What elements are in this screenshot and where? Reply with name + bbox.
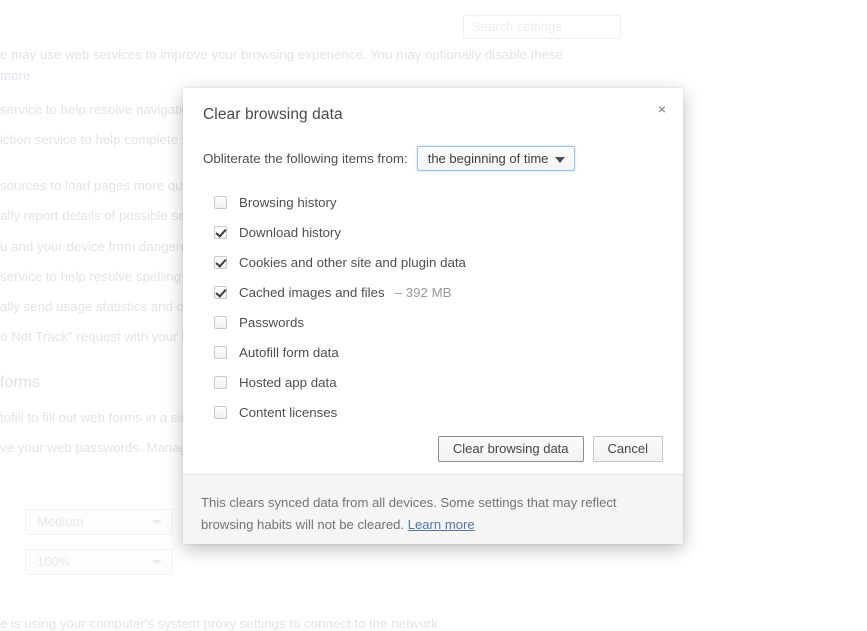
footer-note: This clears synced data from all devices… (201, 492, 657, 536)
checkbox-row[interactable]: Browsing history (203, 187, 663, 217)
backdrop-text-line: tofill to fill out web forms in a singl (0, 411, 198, 424)
checkbox-size-value: – 392 MB (395, 285, 452, 300)
checkbox-label: Hosted app data (239, 375, 337, 390)
checkbox-label: Passwords (239, 315, 304, 330)
backdrop-text-line: ally send usage statistics and crash (0, 300, 209, 313)
chevron-down-icon (152, 560, 162, 565)
checkbox-unchecked-icon[interactable] (214, 346, 227, 359)
checkbox-row[interactable]: Autofill form data (203, 337, 663, 367)
checkbox-checked-icon[interactable] (214, 256, 227, 269)
time-range-value: the beginning of time (428, 151, 549, 166)
backdrop-text-line: e is using your computer's system proxy … (0, 617, 442, 630)
backdrop-text-line: o Not Track" request with your brou (0, 330, 208, 343)
checkbox-label: Autofill form data (239, 345, 339, 360)
checkbox-checked-icon[interactable] (214, 286, 227, 299)
time-range-row: Obliterate the following items from: the… (203, 146, 663, 171)
learn-more-link[interactable]: Learn more (408, 517, 475, 532)
backdrop-text-line: more (0, 69, 30, 82)
checkbox-label: Browsing history (239, 195, 337, 210)
checkbox-label: Cached images and files (239, 285, 385, 300)
checkbox-row[interactable]: Cached images and files – 392 MB (203, 277, 663, 307)
backdrop-text-line: sources to load pages more quickl (0, 179, 202, 192)
checkbox-unchecked-icon[interactable] (214, 316, 227, 329)
search-settings-placeholder: Search settings (472, 20, 562, 33)
close-icon[interactable]: × (651, 99, 673, 121)
chevron-down-icon (152, 520, 162, 525)
backdrop-text-line: forms (0, 375, 40, 391)
backdrop-text-line: service to help resolve spelling err (0, 270, 201, 283)
checkbox-row[interactable]: Download history (203, 217, 663, 247)
checkbox-label: Content licenses (239, 405, 337, 420)
checkbox-label: Cookies and other site and plugin data (239, 255, 466, 270)
checkbox-checked-icon[interactable] (214, 226, 227, 239)
backdrop-text-line: iction service to help complete sea (0, 133, 203, 146)
clear-browsing-data-button[interactable]: Clear browsing data (438, 436, 584, 462)
checkbox-row[interactable]: Cookies and other site and plugin data (203, 247, 663, 277)
backdrop-text-line: ally report details of possible secur (0, 209, 204, 222)
backdrop-dropdown-value: 100% (37, 555, 70, 568)
checkbox-unchecked-icon[interactable] (214, 376, 227, 389)
backdrop-text-line: service to help resolve navigation e (0, 103, 208, 116)
dialog-title: Clear browsing data (203, 106, 663, 124)
time-range-select[interactable]: the beginning of time (417, 146, 576, 171)
cancel-button[interactable]: Cancel (593, 436, 663, 462)
checkbox-label: Download history (239, 225, 341, 240)
checkbox-unchecked-icon[interactable] (214, 406, 227, 419)
backdrop-dropdown-value: Medium (37, 515, 83, 528)
dialog-actions: Clear browsing data Cancel (438, 436, 663, 462)
time-range-label: Obliterate the following items from: (203, 151, 408, 166)
backdrop-dropdown[interactable]: Medium (25, 509, 173, 535)
dialog-body: Clear browsing data × Obliterate the fol… (183, 88, 683, 474)
backdrop-text-line: ve your web passwords. Manage p (0, 441, 205, 454)
dialog-footer: This clears synced data from all devices… (183, 474, 683, 544)
checkbox-row[interactable]: Content licenses (203, 397, 663, 427)
checkbox-unchecked-icon[interactable] (214, 196, 227, 209)
backdrop-text-line: e may use web services to improve your b… (0, 48, 563, 61)
search-settings-input[interactable]: Search settings (463, 15, 621, 39)
checkbox-row[interactable]: Hosted app data (203, 367, 663, 397)
clear-browsing-data-dialog: Clear browsing data × Obliterate the fol… (183, 88, 683, 544)
chevron-down-icon (555, 157, 565, 163)
backdrop-dropdown[interactable]: 100% (25, 549, 173, 575)
backdrop-text-line: u and your device from dangerous (0, 240, 202, 253)
checkbox-row[interactable]: Passwords (203, 307, 663, 337)
data-type-checkbox-list: Browsing history Download history Cookies … (203, 187, 663, 427)
